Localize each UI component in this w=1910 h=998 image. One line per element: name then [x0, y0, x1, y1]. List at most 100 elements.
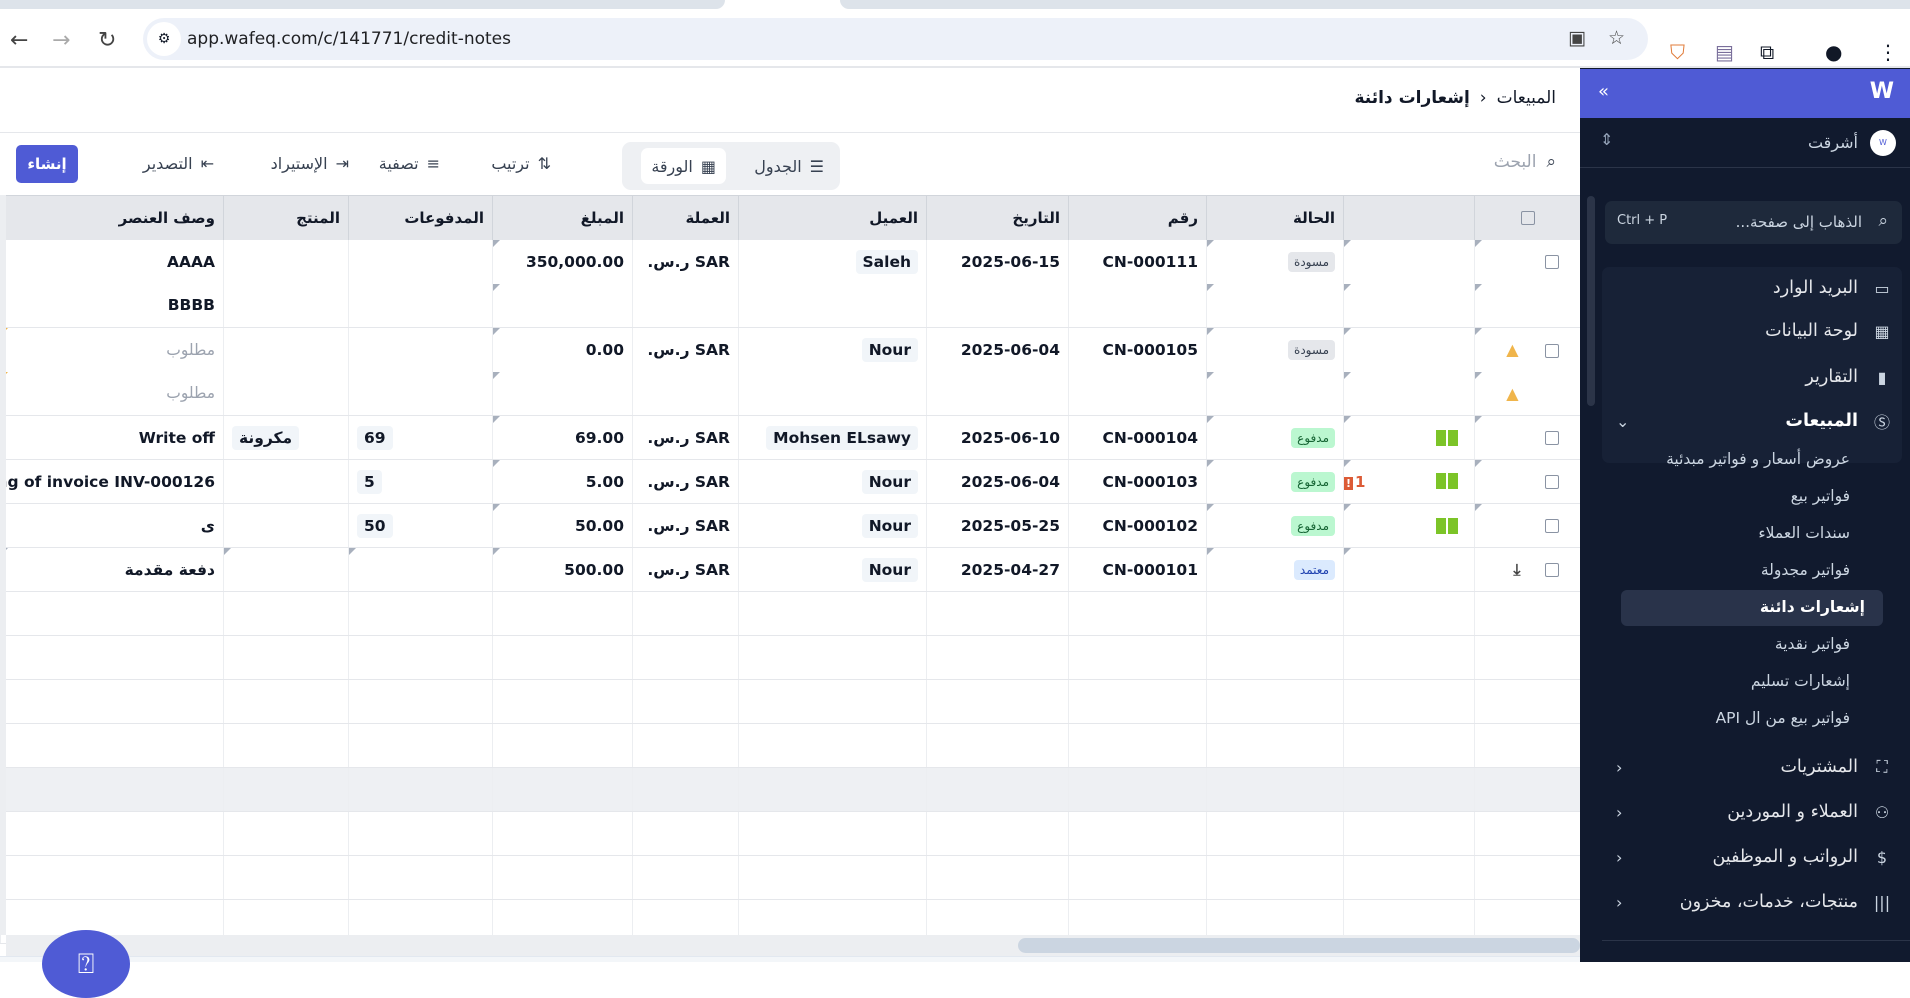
empty-cell[interactable] [223, 855, 349, 900]
header-date[interactable]: التاريخ [926, 195, 1069, 240]
empty-cell[interactable] [348, 811, 493, 856]
sidebar-subitem[interactable]: فواتير نقدية [1775, 635, 1850, 653]
currency-cell[interactable]: SAR ر.س. [632, 327, 739, 372]
empty-cell[interactable] [492, 811, 633, 856]
product-cell[interactable] [223, 371, 349, 416]
empty-cell[interactable] [1343, 855, 1475, 900]
date-cell[interactable]: 2025-05-25 [926, 503, 1069, 548]
forward-icon[interactable]: → [52, 28, 70, 53]
empty-cell[interactable] [223, 767, 349, 812]
credit-note-number[interactable]: CN-000103 [1103, 473, 1199, 491]
product-cell[interactable] [223, 503, 349, 548]
empty-row[interactable] [0, 679, 1581, 724]
empty-cell[interactable] [348, 767, 493, 812]
product-cell[interactable]: مكرونة [223, 415, 349, 460]
table-row[interactable]: مدفوع CN-000102 2025-05-25 Nour SAR ر.س. 50.0… [0, 503, 1581, 548]
empty-cell[interactable] [1206, 723, 1344, 768]
currency-cell[interactable]: SAR ر.س. [632, 415, 739, 460]
empty-row[interactable] [0, 591, 1581, 636]
warning-icon[interactable]: ▲ [1506, 340, 1518, 359]
customer-chip[interactable]: Nour [861, 469, 918, 494]
wafeq-logo[interactable]: W [1870, 79, 1894, 104]
sidebar-subitem[interactable]: فواتير مجدولة [1761, 561, 1850, 579]
empty-cell[interactable] [1343, 679, 1475, 724]
empty-cell[interactable] [1343, 635, 1475, 680]
empty-cell[interactable] [738, 855, 927, 900]
row-checkbox[interactable] [1544, 563, 1559, 577]
currency-cell[interactable] [632, 371, 739, 416]
empty-cell[interactable] [223, 811, 349, 856]
empty-cell[interactable] [1474, 811, 1581, 856]
empty-cell[interactable] [1343, 811, 1475, 856]
currency-cell[interactable]: SAR ر.س. [632, 547, 739, 592]
amount-cell[interactable] [492, 283, 633, 328]
import-button[interactable]: ⇥ الإستيراد [271, 154, 349, 173]
row-checkbox-cell[interactable] [1474, 415, 1581, 460]
sidebar-subitem[interactable]: عروض أسعار و فواتير مبدئية [1666, 450, 1850, 468]
view-sheet-button[interactable]: ▦ الورقة [641, 148, 726, 184]
empty-cell[interactable] [1206, 811, 1344, 856]
empty-cell[interactable] [1206, 855, 1344, 900]
empty-cell[interactable] [0, 811, 224, 856]
row-checkbox-cell[interactable]: ▲ [1474, 371, 1581, 416]
date-cell[interactable]: 2025-06-15 [926, 239, 1069, 284]
header-description[interactable]: وصف العنصر [0, 195, 224, 240]
empty-cell[interactable] [1343, 723, 1475, 768]
empty-cell[interactable] [223, 591, 349, 636]
sidebar-item[interactable]: ⛶ المشتريات ‹ [1580, 749, 1910, 785]
payments-chip[interactable]: 69 [357, 425, 393, 450]
empty-cell[interactable] [632, 811, 739, 856]
empty-cell[interactable] [738, 767, 927, 812]
sidebar-item[interactable]: ||| منتجات، خدمات، مخزون ‹ [1580, 884, 1910, 920]
empty-cell[interactable] [738, 679, 927, 724]
empty-cell[interactable] [492, 855, 633, 900]
row-checkbox[interactable] [1544, 475, 1559, 489]
url-text[interactable]: app.wafeq.com/c/141771/credit-notes [187, 29, 511, 49]
header-customer[interactable]: العميل [738, 195, 927, 240]
empty-cell[interactable] [1474, 723, 1581, 768]
description-cell[interactable]: مطلوب [0, 327, 224, 372]
description-cell[interactable]: BBBB [0, 283, 224, 328]
credit-note-number[interactable]: CN-000104 [1103, 429, 1199, 447]
chevron-left-icon[interactable]: ‹ [1616, 758, 1622, 777]
date-cell[interactable]: 2025-06-04 [926, 459, 1069, 504]
amount-cell[interactable]: 350,000.00 [492, 239, 633, 284]
empty-cell[interactable] [223, 679, 349, 724]
date-cell[interactable]: 2025-06-10 [926, 415, 1069, 460]
customer-chip[interactable]: Saleh [855, 249, 918, 274]
empty-cell[interactable] [0, 679, 224, 724]
star-icon[interactable]: ☆ [1608, 27, 1625, 49]
product-cell[interactable] [223, 547, 349, 592]
credit-note-number[interactable]: CN-000102 [1103, 517, 1199, 535]
customer-chip[interactable]: Nour [861, 513, 918, 538]
collapse-sidebar-icon[interactable]: » [1598, 81, 1609, 102]
empty-cell[interactable] [223, 635, 349, 680]
empty-cell[interactable] [1068, 855, 1207, 900]
empty-cell[interactable] [632, 679, 739, 724]
sidebar-item[interactable]: Ⓢ المبيعات ⌄ [1580, 403, 1910, 439]
customer-cell[interactable]: Saleh [738, 239, 927, 284]
empty-cell[interactable] [0, 855, 224, 900]
empty-cell[interactable] [1068, 811, 1207, 856]
table-row[interactable]: ⤓ معتمد CN-000101 2025-04-27 Nour SAR ر.س. 500… [0, 547, 1581, 592]
row-checkbox-cell[interactable]: ⤓ [1474, 547, 1581, 592]
payments-chip[interactable]: 5 [357, 469, 382, 494]
number-cell[interactable]: CN-000102 [1068, 503, 1207, 548]
sidebar-item[interactable]: ▮ التقارير [1580, 359, 1910, 395]
extensions-puzzle-icon[interactable]: ⧉ [1760, 40, 1774, 64]
number-cell[interactable]: CN-000101 [1068, 547, 1207, 592]
empty-cell[interactable] [926, 591, 1069, 636]
url-bar[interactable]: ⚙ app.wafeq.com/c/141771/credit-notes ▣ … [143, 18, 1648, 60]
description-cell[interactable]: AAAA [0, 239, 224, 284]
empty-cell[interactable] [348, 679, 493, 724]
sidebar-item[interactable]: ▭ البريد الوارد [1580, 270, 1910, 306]
table-row[interactable]: 1! مدفوع CN-000103 2025-06-04 Nour SAR ر.س. 5.… [0, 459, 1581, 504]
empty-cell[interactable] [492, 767, 633, 812]
empty-cell[interactable] [0, 723, 224, 768]
empty-cell[interactable] [926, 855, 1069, 900]
menu-kebab-icon[interactable]: ⋮ [1878, 40, 1898, 64]
row-checkbox[interactable] [1544, 343, 1559, 358]
payments-cell[interactable] [348, 547, 493, 592]
product-cell[interactable] [223, 239, 349, 284]
empty-cell[interactable] [1206, 635, 1344, 680]
